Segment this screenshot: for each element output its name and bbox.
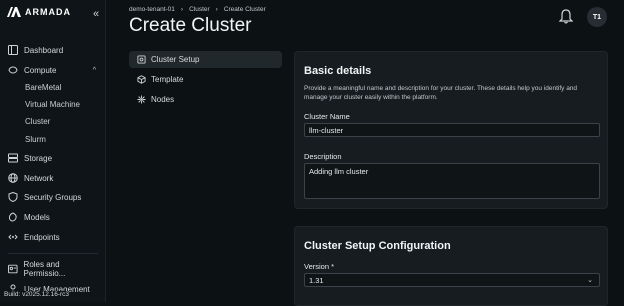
- sidebar-item-label: Roles and Permissio...: [23, 260, 66, 278]
- sidebar-item-label: Models: [24, 212, 50, 222]
- cluster-name-label: Cluster Name: [304, 112, 350, 121]
- sidebar-item-label: Storage: [24, 153, 53, 163]
- bell-icon: [559, 9, 573, 24]
- step-cluster-setup[interactable]: Cluster Setup: [129, 51, 282, 68]
- version-select[interactable]: 1.31 ⌄: [304, 273, 600, 287]
- brand-logo[interactable]: ARMADA: [7, 7, 71, 17]
- sidebar-item-models[interactable]: Models: [8, 210, 100, 224]
- sidebar-item-endpoints[interactable]: Endpoints: [8, 230, 100, 244]
- sidebar-item-compute[interactable]: Compute ^: [8, 63, 100, 77]
- brand-name: ARMADA: [25, 7, 71, 17]
- sidebar-item-network[interactable]: Network: [8, 171, 100, 185]
- sidebar-item-storage[interactable]: Storage: [8, 151, 100, 165]
- description-label: Description: [304, 152, 342, 161]
- cluster-name-input[interactable]: llm-cluster: [304, 123, 600, 137]
- setup-config-card: Cluster Setup Configuration Version * 1.…: [294, 226, 608, 306]
- sidebar-item-label: Compute: [24, 65, 57, 75]
- sidebar-item-label: Endpoints: [24, 232, 60, 242]
- step-label: Cluster Setup: [151, 55, 200, 64]
- cube-icon: [137, 75, 146, 84]
- sidebar-subitem-baremetal[interactable]: BareMetal: [25, 81, 61, 93]
- double-chevron-left-icon: «: [93, 8, 100, 20]
- sidebar-item-label: Dashboard: [24, 45, 64, 55]
- sidebar: ARMADA « Dashboard Compute ^ BareMetal V…: [0, 0, 106, 302]
- basic-details-card: Basic details Provide a meaningful name …: [294, 51, 608, 209]
- version-value: 1.31: [309, 276, 324, 285]
- sidebar-subitem-cluster[interactable]: Cluster: [25, 115, 50, 127]
- section-description: Provide a meaningful name and descriptio…: [304, 85, 578, 101]
- step-nodes[interactable]: Nodes: [129, 91, 282, 108]
- wizard-steps: Cluster Setup Template Nodes: [129, 51, 282, 111]
- sidebar-item-dashboard[interactable]: Dashboard: [8, 43, 100, 57]
- sidebar-item-security-groups[interactable]: Security Groups: [8, 190, 100, 204]
- collapse-sidebar-button[interactable]: «: [93, 8, 99, 20]
- chevron-up-icon: ^: [92, 66, 96, 74]
- step-label: Nodes: [151, 95, 175, 104]
- chevron-right-icon: ›: [180, 6, 184, 13]
- page-title: Create Cluster: [129, 15, 252, 36]
- armada-logo-icon: [7, 7, 21, 17]
- chevron-down-icon: ⌄: [587, 277, 593, 284]
- sidebar-item-label: Network: [24, 173, 54, 183]
- chevron-right-icon: ›: [215, 6, 218, 13]
- sidebar-item-roles[interactable]: Roles and Permissio...: [8, 260, 100, 278]
- version-label: Version *: [304, 262, 335, 271]
- settings-icon: [137, 55, 146, 64]
- compute-icon: [8, 66, 18, 74]
- description-textarea[interactable]: Adding llm cluster: [304, 163, 600, 199]
- build-version: Build: v2025.12.16-rc3: [4, 291, 70, 298]
- sidebar-subitem-virtual-machine[interactable]: Virtual Machine: [25, 98, 80, 110]
- step-template[interactable]: Template: [129, 71, 282, 88]
- endpoints-icon: [8, 234, 18, 240]
- breadcrumb: demo-tenant-01 › Cluster › Create Cluste…: [129, 6, 266, 13]
- dashboard-icon: [8, 45, 18, 55]
- sidebar-divider: [8, 253, 98, 254]
- breadcrumb-current: Create Cluster: [223, 6, 266, 13]
- breadcrumb-tenant[interactable]: demo-tenant-01: [129, 6, 175, 13]
- sidebar-item-label: Security Groups: [24, 192, 82, 202]
- network-icon: [8, 173, 18, 183]
- nodes-icon: [137, 95, 146, 104]
- breadcrumb-cluster[interactable]: Cluster: [189, 6, 210, 13]
- roles-icon: [8, 264, 18, 274]
- storage-icon: [8, 153, 18, 163]
- section-title: Basic details: [304, 65, 372, 77]
- step-label: Template: [151, 75, 184, 84]
- notifications-button[interactable]: [559, 9, 573, 24]
- models-icon: [8, 212, 17, 222]
- section-title: Cluster Setup Configuration: [304, 240, 451, 252]
- shield-icon: [8, 192, 18, 202]
- avatar[interactable]: T1: [587, 7, 607, 27]
- sidebar-subitem-slurm[interactable]: Slurm: [25, 133, 46, 145]
